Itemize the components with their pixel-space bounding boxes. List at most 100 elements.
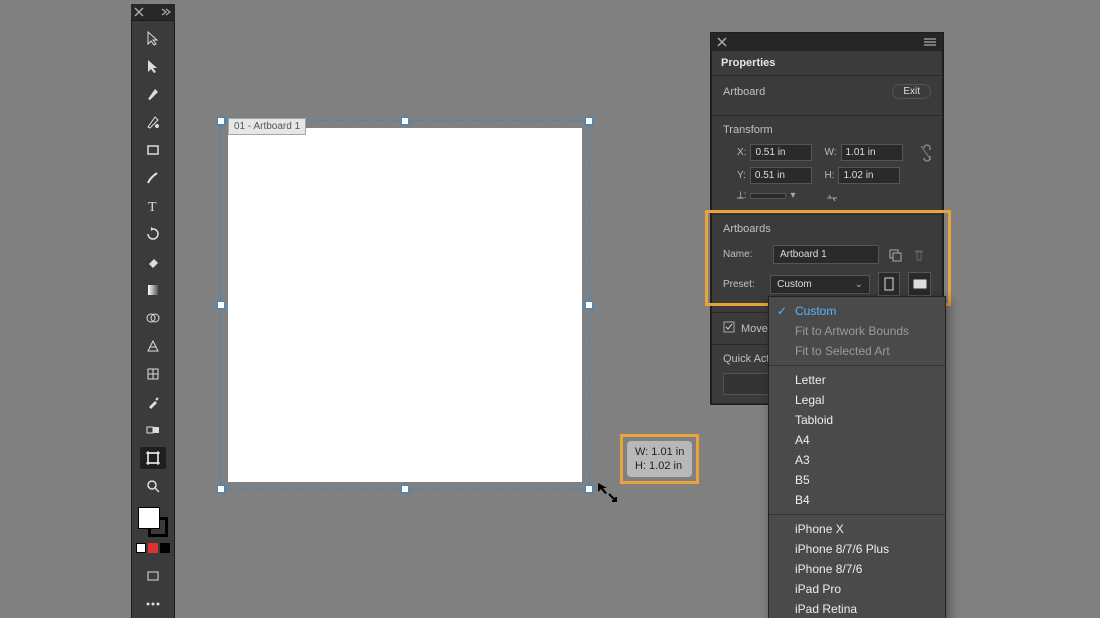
size-tooltip: W: 1.01 in H: 1.02 in bbox=[627, 441, 692, 477]
y-field[interactable]: 0.51 in bbox=[750, 167, 812, 184]
tool-direct-selection[interactable] bbox=[140, 55, 166, 77]
tool-eyedropper[interactable] bbox=[140, 391, 166, 413]
selection-row: Artboard Exit bbox=[711, 76, 943, 116]
preset-label: Preset: bbox=[723, 279, 762, 290]
x-field[interactable]: 0.51 in bbox=[750, 144, 812, 161]
chevron-down-icon[interactable]: ▾ bbox=[790, 190, 795, 201]
artboard-label[interactable]: 01 - Artboard 1 bbox=[228, 118, 306, 135]
dropdown-separator bbox=[769, 514, 945, 515]
selection-type: Artboard bbox=[723, 86, 765, 98]
move-label: Move bbox=[741, 323, 768, 335]
tool-selection[interactable] bbox=[140, 27, 166, 49]
reference-point[interactable] bbox=[723, 144, 727, 166]
dropdown-item[interactable]: iPad Retina bbox=[769, 599, 945, 618]
handle-n[interactable] bbox=[401, 117, 409, 125]
y-label: Y: bbox=[737, 170, 746, 181]
angle-field[interactable] bbox=[750, 193, 786, 199]
svg-text:T: T bbox=[148, 200, 157, 214]
dropdown-item[interactable]: A4 bbox=[769, 430, 945, 450]
link-wh-icon[interactable] bbox=[919, 144, 933, 165]
tool-paintbrush[interactable] bbox=[140, 167, 166, 189]
orientation-portrait[interactable] bbox=[878, 272, 901, 296]
artboard-name-input[interactable]: Artboard 1 bbox=[773, 245, 879, 264]
edit-toolbar[interactable] bbox=[140, 593, 166, 615]
tool-pen[interactable] bbox=[140, 83, 166, 105]
dropdown-item[interactable]: iPad Pro bbox=[769, 579, 945, 599]
dropdown-item[interactable]: iPhone X bbox=[769, 519, 945, 539]
fill-stroke-swatches[interactable] bbox=[138, 507, 168, 537]
flip-icon[interactable] bbox=[824, 190, 840, 206]
color-mode-gradient[interactable] bbox=[148, 543, 158, 553]
preset-dropdown[interactable]: CustomFit to Artwork BoundsFit to Select… bbox=[768, 296, 946, 618]
tool-blend[interactable] bbox=[140, 419, 166, 441]
handle-e[interactable] bbox=[585, 301, 593, 309]
dropdown-item[interactable]: B5 bbox=[769, 470, 945, 490]
transform-heading: Transform bbox=[723, 124, 931, 136]
handle-nw[interactable] bbox=[217, 117, 225, 125]
tool-gradient[interactable] bbox=[140, 279, 166, 301]
toolbox: T bbox=[131, 4, 175, 618]
preset-select[interactable]: Custom ⌄ bbox=[770, 275, 870, 294]
w-field[interactable]: 1.01 in bbox=[841, 144, 903, 161]
tool-artboard[interactable] bbox=[140, 447, 166, 469]
size-tooltip-h: H: 1.02 in bbox=[635, 459, 684, 473]
quick-actions-label: Quick Act bbox=[723, 353, 769, 365]
screen-mode[interactable] bbox=[140, 565, 166, 587]
dropdown-item[interactable]: B4 bbox=[769, 490, 945, 510]
dropdown-item[interactable]: Legal bbox=[769, 390, 945, 410]
chevron-down-icon: ⌄ bbox=[855, 279, 863, 290]
dropdown-separator bbox=[769, 365, 945, 366]
dropdown-item: Fit to Selected Art bbox=[769, 341, 945, 361]
expand-icon[interactable] bbox=[160, 7, 172, 17]
fill-swatch[interactable] bbox=[138, 507, 160, 529]
close-icon[interactable] bbox=[134, 7, 144, 17]
dropdown-item[interactable]: Tabloid bbox=[769, 410, 945, 430]
exit-button[interactable]: Exit bbox=[892, 84, 931, 99]
dropdown-item[interactable]: Letter bbox=[769, 370, 945, 390]
color-mode-none[interactable] bbox=[160, 543, 170, 553]
panel-title: Properties bbox=[711, 51, 943, 76]
x-label: X: bbox=[737, 147, 746, 158]
panel-header[interactable] bbox=[711, 33, 943, 51]
color-mode-row bbox=[136, 543, 170, 553]
size-tooltip-highlight: W: 1.01 in H: 1.02 in bbox=[620, 434, 699, 484]
tool-zoom[interactable] bbox=[140, 475, 166, 497]
checkbox-icon[interactable] bbox=[723, 321, 735, 336]
transform-section: Transform X: 0.51 in Y: 0.51 in ⟂: ▾ W: 1.01… bbox=[711, 116, 943, 215]
tool-eraser[interactable] bbox=[140, 251, 166, 273]
w-label: W: bbox=[824, 147, 836, 158]
tool-mesh[interactable] bbox=[140, 363, 166, 385]
tool-rotate[interactable] bbox=[140, 223, 166, 245]
preset-select-value: Custom bbox=[777, 279, 811, 290]
tool-shape-builder[interactable] bbox=[140, 307, 166, 329]
dropdown-item[interactable]: iPhone 8/7/6 Plus bbox=[769, 539, 945, 559]
resize-cursor-icon bbox=[596, 481, 618, 506]
artboard-selection bbox=[220, 120, 590, 490]
handle-ne[interactable] bbox=[585, 117, 593, 125]
tool-type[interactable]: T bbox=[140, 195, 166, 217]
toolbox-header[interactable] bbox=[131, 4, 175, 20]
dropdown-item[interactable]: Custom bbox=[769, 301, 945, 321]
handle-s[interactable] bbox=[401, 485, 409, 493]
h-field[interactable]: 1.02 in bbox=[838, 167, 900, 184]
canvas[interactable]: 01 - Artboard 1 bbox=[220, 120, 590, 490]
angle-label: ⟂: bbox=[737, 190, 746, 201]
dropdown-item: Fit to Artwork Bounds bbox=[769, 321, 945, 341]
name-label: Name: bbox=[723, 249, 765, 260]
tool-curvature[interactable] bbox=[140, 111, 166, 133]
color-mode-solid[interactable] bbox=[136, 543, 146, 553]
dropdown-item[interactable]: A3 bbox=[769, 450, 945, 470]
dropdown-item[interactable]: iPhone 8/7/6 bbox=[769, 559, 945, 579]
tool-rectangle[interactable] bbox=[140, 139, 166, 161]
close-icon[interactable] bbox=[717, 37, 727, 47]
new-artboard-icon[interactable] bbox=[887, 247, 903, 263]
artboards-heading: Artboards bbox=[723, 223, 931, 235]
panel-menu-icon[interactable] bbox=[923, 37, 937, 47]
tool-perspective[interactable] bbox=[140, 335, 166, 357]
handle-se[interactable] bbox=[585, 485, 593, 493]
handle-w[interactable] bbox=[217, 301, 225, 309]
handle-sw[interactable] bbox=[217, 485, 225, 493]
orientation-landscape[interactable] bbox=[908, 272, 931, 296]
delete-artboard-icon[interactable] bbox=[911, 247, 927, 263]
size-tooltip-w: W: 1.01 in bbox=[635, 445, 684, 459]
